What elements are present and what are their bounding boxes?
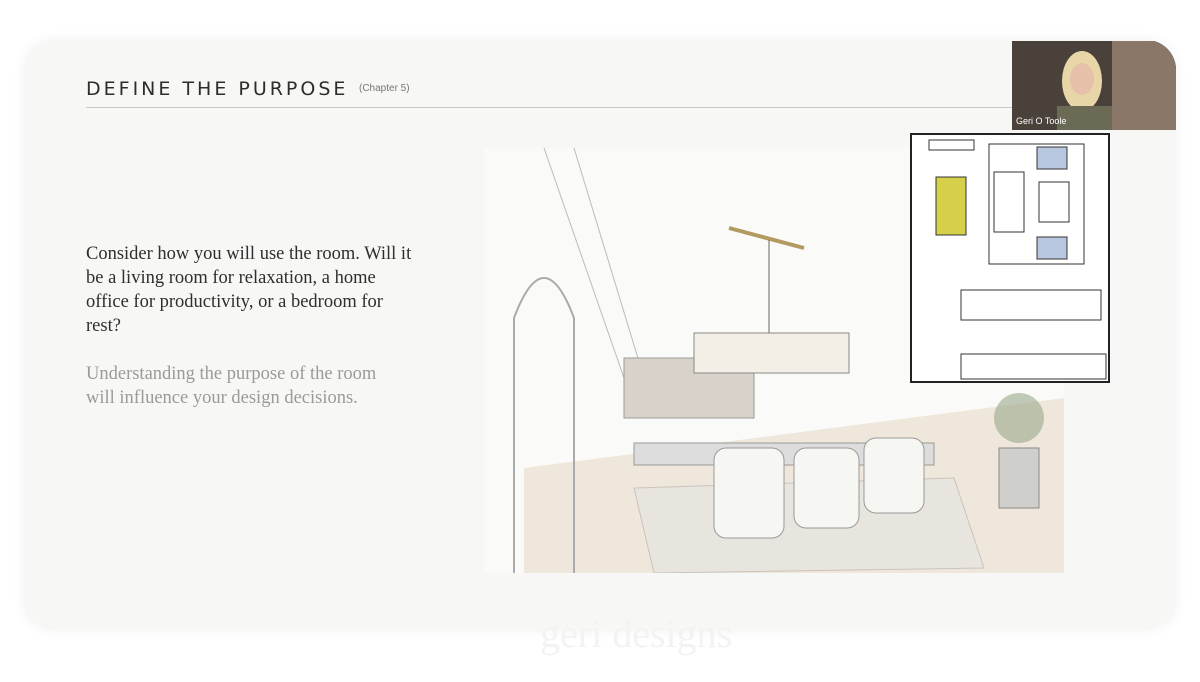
chapter-label: (Chapter 5) [359,83,410,94]
body-paragraph-primary: Consider how you will use the room. Will… [86,244,412,336]
body-paragraph-secondary: Understanding the purpose of the room wi… [86,364,377,408]
brand-watermark: geri designs [540,611,733,656]
participant-name: Geri O Toole [1016,116,1067,126]
video-participant-tile[interactable]: Geri O Toole [1012,41,1176,130]
floor-plan-sketch [910,133,1110,383]
slide-title: DEFINE THE PURPOSE [86,78,349,100]
presentation-slide: DEFINE THE PURPOSE (Chapter 5) Consider … [24,40,1176,630]
title-divider [86,107,1016,108]
